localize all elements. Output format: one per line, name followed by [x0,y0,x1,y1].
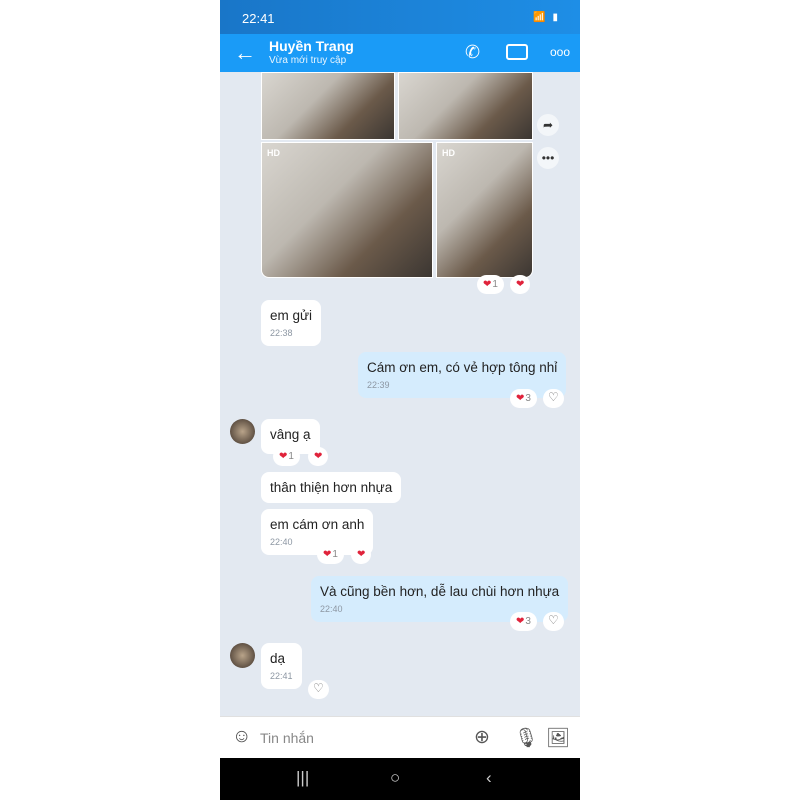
avatar[interactable] [230,419,255,444]
heart-reaction-button[interactable]: ❤ [351,545,372,564]
status-icons: 📶 ▮ [533,12,560,23]
heart-reaction-button[interactable]: ♡ [308,680,329,699]
back-arrow-icon[interactable]: ← [234,40,256,66]
hd-badge: HD [442,148,455,158]
message-bubble[interactable]: dạ 22:41 [261,643,302,689]
back-icon[interactable]: ‹ [486,768,492,788]
message-input[interactable]: Tin nhắn [260,730,314,746]
status-bar: 22:41 📶 ▮ [220,0,580,34]
phone-call-icon[interactable]: ✆ [465,42,480,63]
more-icon[interactable]: ••• [537,147,559,169]
photo-thumbnail[interactable]: HD [261,142,433,278]
contact-status: Vừa mới truy cập [269,55,347,66]
chat-header: ← Huyền Trang Vừa mới truy cập ✆ ooo [220,34,580,72]
photo-thumbnail[interactable] [261,72,395,140]
reaction-badge[interactable]: ❤1 [317,545,344,564]
reaction-badge[interactable]: ❤1 [273,447,300,466]
photo-thumbnail[interactable]: HD [436,142,533,278]
message-input-bar: ☺ Tin nhắn ⊕ 🎙 🖼 [220,716,580,758]
chat-screen: 22:41 📶 ▮ ← Huyền Trang Vừa mới truy cập… [220,0,580,800]
avatar[interactable] [230,643,255,668]
reaction-badge[interactable]: ❤3 [510,389,537,408]
contact-name[interactable]: Huyền Trang [269,38,354,54]
hd-badge: HD [267,148,280,158]
system-nav-bar: ||| ○ ‹ [220,758,580,800]
heart-reaction-button[interactable]: ❤ [510,275,531,294]
heart-reaction-button[interactable]: ❤ [308,447,329,466]
add-icon[interactable]: ⊕ [474,726,490,749]
more-options-icon[interactable]: ooo [550,45,570,59]
status-time: 22:41 [242,11,275,26]
heart-reaction-button[interactable]: ♡ [543,612,564,631]
message-bubble[interactable]: thân thiện hơn nhựa [261,472,402,503]
home-icon[interactable]: ○ [390,768,400,788]
heart-reaction-button[interactable]: ♡ [543,389,564,408]
image-icon[interactable]: 🖼 [546,726,570,750]
microphone-icon[interactable]: 🎙 [514,726,538,750]
reaction-badge[interactable]: ❤1 [477,275,504,294]
reaction-badge[interactable]: ❤3 [510,612,537,631]
emoji-icon[interactable]: ☺ [232,726,251,748]
message-bubble[interactable]: em gửi 22:38 [261,300,322,346]
share-icon[interactable]: ➦ [537,114,559,136]
photo-thumbnail[interactable] [398,72,533,140]
video-call-icon[interactable] [506,44,528,60]
message-bubble[interactable]: Cám ơn em, có vẻ hợp tông nhỉ 22:39 [358,352,567,398]
recent-apps-icon[interactable]: ||| [296,768,309,788]
